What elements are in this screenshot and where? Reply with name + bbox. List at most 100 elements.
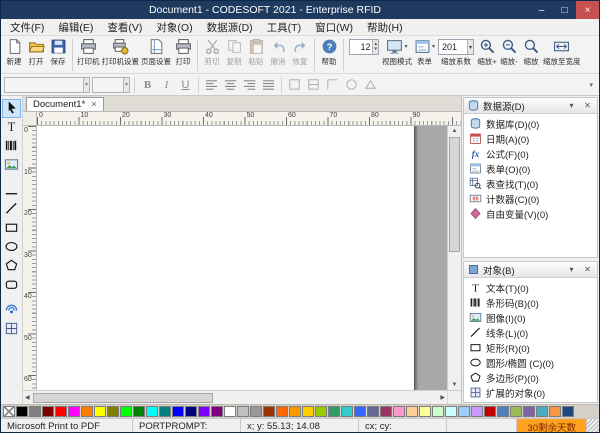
color-swatch[interactable] (302, 406, 314, 417)
object-item-image[interactable]: 图像(I)(0) (464, 310, 597, 325)
color-swatch[interactable] (29, 406, 41, 417)
new-button[interactable]: 新建 (3, 37, 25, 68)
text-tool[interactable]: T (2, 118, 21, 137)
color-swatch[interactable] (224, 406, 236, 417)
color-swatch[interactable] (185, 406, 197, 417)
datasource-item-lookup[interactable]: 表查找(T)(0) (464, 176, 597, 191)
datasource-item-free-variable[interactable]: 自由变量(V)(0) (464, 206, 597, 221)
undo-button[interactable]: 撤消 (267, 37, 289, 68)
panel-close-icon[interactable]: ✕ (581, 99, 594, 112)
color-swatch[interactable] (263, 406, 275, 417)
minimize-button[interactable]: – (530, 1, 553, 19)
object-item-extended[interactable]: 扩展的对象(0) (464, 385, 597, 400)
paste-button[interactable]: 粘贴 (245, 37, 267, 68)
font-family-select[interactable]: ▾ (4, 77, 90, 93)
color-swatch[interactable] (94, 406, 106, 417)
oblique-line-tool[interactable] (2, 200, 21, 219)
panel-menu-icon[interactable]: ▾ (565, 99, 578, 112)
toolbar-overflow-icon[interactable]: ▾ (589, 81, 596, 89)
menu-item[interactable]: 编辑(E) (51, 19, 100, 36)
format-option-button[interactable] (362, 76, 379, 93)
extended-object-tool[interactable] (2, 320, 21, 339)
object-item-rectangle[interactable]: 矩形(R)(0) (464, 340, 597, 355)
datasource-item-database[interactable]: 数据库(D)(0) (464, 116, 597, 131)
underline-button[interactable]: U (177, 76, 194, 93)
maximize-button[interactable]: □ (553, 1, 576, 19)
close-button[interactable]: × (576, 1, 599, 19)
color-swatch[interactable] (68, 406, 80, 417)
align-left-button[interactable] (203, 76, 220, 93)
color-swatch[interactable] (484, 406, 496, 417)
save-button[interactable]: 保存 (47, 37, 69, 68)
datasource-item-counter[interactable]: 00计数器(C)(0) (464, 191, 597, 206)
line-tool[interactable] (2, 181, 21, 200)
color-swatch[interactable] (250, 406, 262, 417)
image-tool[interactable] (2, 156, 21, 175)
menu-item[interactable]: 窗口(W) (308, 19, 360, 36)
menu-item[interactable]: 数据源(D) (200, 19, 260, 36)
zoom-factor-combo[interactable]: 201▾缩放系数 (438, 37, 474, 67)
open-button[interactable]: 打开 (25, 37, 47, 68)
label-canvas[interactable] (37, 126, 415, 390)
color-swatch[interactable] (445, 406, 457, 417)
align-right-button[interactable] (241, 76, 258, 93)
object-item-ellipse[interactable]: 圆形/椭圆 (C)(0) (464, 355, 597, 370)
datasource-item-formula[interactable]: fx公式(F)(0) (464, 146, 597, 161)
scroll-left-icon[interactable]: ◀ (23, 392, 32, 403)
menu-item[interactable]: 帮助(H) (360, 19, 410, 36)
color-swatch[interactable] (237, 406, 249, 417)
page-setup-button[interactable]: 页面设置 (140, 37, 172, 68)
scroll-up-icon[interactable]: ▲ (450, 126, 460, 136)
redo-button[interactable]: 恢复 (289, 37, 311, 68)
menu-item[interactable]: 文件(F) (3, 19, 51, 36)
zoom-out-button[interactable]: 缩放- (498, 37, 520, 68)
format-option-button[interactable] (305, 76, 322, 93)
object-item-text[interactable]: T文本(T)(0) (464, 280, 597, 295)
color-swatch[interactable] (432, 406, 444, 417)
color-swatch[interactable] (471, 406, 483, 417)
color-swatch[interactable] (523, 406, 535, 417)
color-swatch[interactable] (211, 406, 223, 417)
color-swatch[interactable] (419, 406, 431, 417)
color-swatch[interactable] (120, 406, 132, 417)
ellipse-tool[interactable] (2, 238, 21, 257)
polygon-tool[interactable] (2, 257, 21, 276)
rfid-tool[interactable] (2, 301, 21, 320)
color-swatch[interactable] (458, 406, 470, 417)
horizontal-scrollbar[interactable]: ◀ ▶ (23, 391, 447, 404)
color-swatch[interactable] (289, 406, 301, 417)
resize-grip[interactable] (587, 419, 599, 433)
color-swatch[interactable] (393, 406, 405, 417)
format-option-button[interactable] (343, 76, 360, 93)
color-swatch[interactable] (172, 406, 184, 417)
color-swatch[interactable] (354, 406, 366, 417)
align-justify-button[interactable] (260, 76, 277, 93)
color-swatch[interactable] (549, 406, 561, 417)
color-swatch[interactable] (55, 406, 67, 417)
rectangle-tool[interactable] (2, 219, 21, 238)
horizontal-scroll-thumb[interactable] (33, 393, 213, 403)
color-swatch[interactable] (562, 406, 574, 417)
scroll-right-icon[interactable]: ▶ (438, 392, 447, 403)
form-button[interactable]: ▾表单 (413, 37, 436, 68)
color-swatch[interactable] (367, 406, 379, 417)
zoom-button[interactable]: 缩放 (520, 37, 542, 68)
object-item-polygon[interactable]: 多边形(P)(0) (464, 370, 597, 385)
color-swatch[interactable] (380, 406, 392, 417)
vertical-scrollbar[interactable]: ▲ ▼ (447, 126, 461, 390)
spinner-arrows-icon[interactable]: ▴▾ (372, 40, 378, 54)
printer-button[interactable]: 打印机 (76, 37, 101, 68)
color-swatch[interactable] (42, 406, 54, 417)
object-item-line[interactable]: 线条(L)(0) (464, 325, 597, 340)
color-swatch[interactable] (107, 406, 119, 417)
color-swatch[interactable] (198, 406, 210, 417)
color-swatch[interactable] (341, 406, 353, 417)
font-size-select[interactable]: ▾ (92, 77, 130, 93)
color-swatch[interactable] (276, 406, 288, 417)
font-size-spinner[interactable]: 12▴▾ (349, 37, 379, 55)
vertical-scroll-thumb[interactable] (449, 137, 460, 252)
color-swatch[interactable] (406, 406, 418, 417)
copy-button[interactable]: 复制 (223, 37, 245, 68)
barcode-tool[interactable] (2, 137, 21, 156)
cut-button[interactable]: 剪切 (201, 37, 223, 68)
